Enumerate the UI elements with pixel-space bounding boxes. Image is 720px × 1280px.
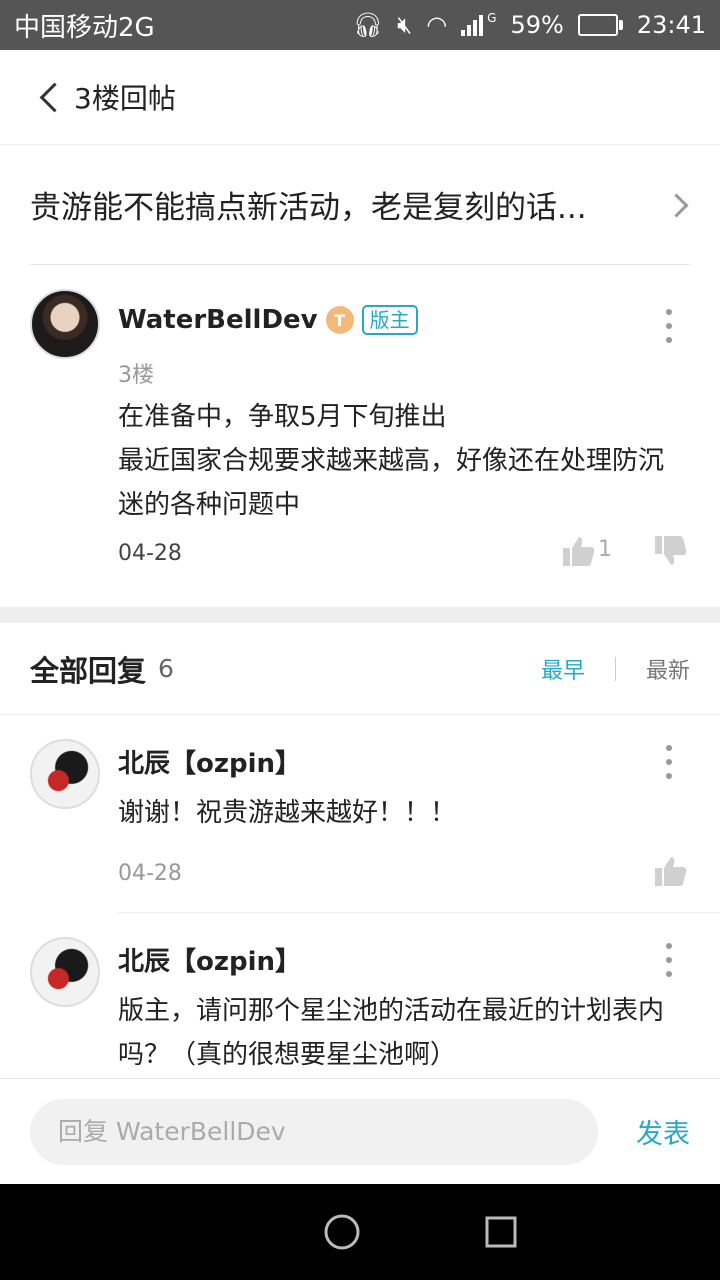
reply-detail-sheet: 3楼回帖 贵游能不能搞点新活动，老是复刻的话... WaterBellDev T… bbox=[0, 50, 720, 1184]
send-button[interactable]: 发表 bbox=[636, 1112, 690, 1151]
reply-text: 谢谢！祝贵游越来越好！！！ bbox=[118, 798, 457, 828]
level-badge-icon: T bbox=[325, 306, 354, 334]
avatar[interactable] bbox=[30, 937, 100, 1007]
more-options-icon[interactable] bbox=[664, 943, 674, 977]
thread-title: 贵游能不能搞点新活动，老是复刻的话... bbox=[30, 190, 587, 226]
avatar[interactable] bbox=[30, 739, 100, 809]
moderator-badge: 版主 bbox=[361, 305, 418, 335]
floor-label: 3楼 bbox=[118, 363, 154, 388]
back-chevron-icon[interactable] bbox=[36, 83, 64, 111]
replies-title: 全部回复 bbox=[30, 653, 147, 688]
battery-icon bbox=[577, 14, 623, 36]
thumbs-down-icon[interactable] bbox=[654, 535, 688, 567]
network-type-label: G bbox=[487, 11, 497, 25]
chevron-right-icon bbox=[668, 194, 690, 216]
system-nav-bar bbox=[0, 1184, 720, 1280]
post-content-line: 最近国家合规要求越来越高，好像还在处理防沉迷的各种问题中 bbox=[118, 446, 665, 520]
reply-item: 北辰【ozpin】 谢谢！祝贵游越来越好！！！ 04-28 bbox=[0, 715, 720, 913]
author-row: WaterBellDev T 版主 bbox=[118, 305, 418, 335]
replies-count: 6 bbox=[158, 654, 174, 683]
author-name[interactable]: WaterBellDev bbox=[118, 305, 318, 335]
replies-header: 全部回复 6 最早 最新 bbox=[0, 623, 720, 715]
clock: 23:41 bbox=[636, 11, 706, 39]
thread-title-link[interactable]: 贵游能不能搞点新活动，老是复刻的话... bbox=[30, 145, 690, 265]
sort-earliest-tab[interactable]: 最早 bbox=[541, 653, 585, 685]
post-content-line: 在准备中，争取5月下旬推出 bbox=[118, 402, 447, 432]
nav-recent-apps-icon[interactable] bbox=[483, 1214, 519, 1250]
more-options-icon[interactable] bbox=[664, 309, 674, 343]
top-nav: 3楼回帖 bbox=[0, 50, 720, 145]
reply-input[interactable] bbox=[30, 1098, 598, 1165]
more-options-icon[interactable] bbox=[664, 745, 674, 779]
avatar[interactable] bbox=[30, 289, 100, 359]
nav-home-icon[interactable] bbox=[322, 1212, 362, 1252]
headphones-icon: 🎧︎ bbox=[352, 11, 384, 39]
post-content: 在准备中，争取5月下旬推出 最近国家合规要求越来越高，好像还在处理防沉迷的各种问… bbox=[118, 395, 688, 527]
reply-author[interactable]: 北辰【ozpin】 bbox=[118, 743, 301, 780]
signal-icon bbox=[461, 14, 484, 36]
reply-input-bar: 发表 bbox=[0, 1078, 720, 1184]
battery-percent: 59% bbox=[510, 11, 564, 39]
status-bar: 中国移动2G 🎧︎ 🔇︎ ◠ G 59% 23:41 bbox=[0, 0, 720, 50]
sort-latest-tab[interactable]: 最新 bbox=[646, 653, 690, 685]
thumbs-up-icon[interactable] bbox=[654, 855, 688, 887]
sort-divider bbox=[614, 656, 616, 681]
section-gap bbox=[0, 607, 720, 623]
thumbs-up-icon[interactable] bbox=[562, 535, 596, 567]
mute-icon: 🔇︎ bbox=[397, 11, 413, 39]
reply-item: 北辰【ozpin】 版主，请问那个星尘池的活动在最近的计划表内吗？（真的很想要星… bbox=[0, 913, 720, 1083]
reply-date: 04-28 bbox=[118, 861, 182, 886]
reply-author[interactable]: 北辰【ozpin】 bbox=[118, 941, 301, 978]
reply-text: 版主，请问那个星尘池的活动在最近的计划表内吗？（真的很想要星尘池啊） bbox=[118, 996, 665, 1070]
status-icons: 🎧︎ 🔇︎ ◠ G 59% 23:41 bbox=[353, 11, 706, 39]
carrier-label: 中国移动2G bbox=[14, 12, 155, 43]
page-title: 3楼回帖 bbox=[74, 82, 176, 115]
floor-post: WaterBellDev T 版主 3楼 在准备中，争取5月下旬推出 最近国家合… bbox=[0, 265, 720, 607]
post-date: 04-28 bbox=[118, 541, 182, 566]
like-count: 1 bbox=[598, 537, 612, 562]
wifi-icon: ◠ bbox=[426, 11, 448, 39]
